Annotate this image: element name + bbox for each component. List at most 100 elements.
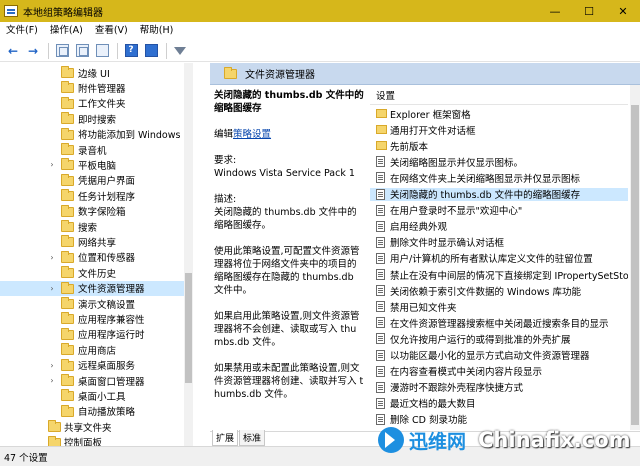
setting-row[interactable]: 禁用已知文件夹 — [370, 300, 628, 313]
tree-item[interactable]: 应用程序运行时 — [0, 327, 192, 342]
setting-row[interactable]: 关闭依赖于索引文件数据的 Windows 库功能 — [370, 284, 628, 297]
tree-item[interactable]: 任务计划程序 — [0, 188, 192, 203]
setting-row[interactable]: 漫游时不跟踪外壳程序快捷方式 — [370, 381, 628, 394]
setting-label: 在用户登录时不显示"欢迎中心" — [390, 206, 523, 217]
filter-button[interactable] — [171, 42, 189, 60]
setting-label: 关闭缩略图显示并仅显示图标。 — [390, 157, 524, 169]
extended-description: 关闭隐藏的 thumbs.db 文件中的缩略图缓存 编辑策略设置 要求: Wind… — [214, 89, 364, 414]
tree-item-label: 控制面板 — [64, 438, 103, 446]
action-pane-button[interactable] — [142, 42, 160, 60]
tree-item[interactable]: 应用商店 — [0, 342, 192, 357]
menu-action[interactable]: 操作(A) — [44, 22, 89, 40]
folder-icon — [61, 127, 74, 140]
menu-view[interactable]: 查看(V) — [89, 22, 134, 40]
tree-item-label: 附件管理器 — [78, 83, 126, 95]
tab-extended[interactable]: 扩展 — [212, 430, 239, 446]
tree-item[interactable]: 网络共享 — [0, 234, 192, 249]
tree-item-label: 应用程序运行时 — [78, 330, 145, 342]
forward-arrow-icon[interactable]: → — [24, 42, 42, 60]
tree-item[interactable]: 文件历史 — [0, 265, 192, 280]
tree-item[interactable]: › 桌面窗口管理器 — [0, 373, 192, 388]
back-arrow-icon[interactable]: ← — [4, 42, 22, 60]
folder-icon — [61, 81, 74, 94]
chevron-right-icon[interactable]: › — [48, 361, 56, 370]
setting-row[interactable]: 在内容查看模式中关闭内容片段显示 — [370, 365, 628, 378]
setting-row[interactable]: 以功能区最小化的显示方式启动文件资源管理器 — [370, 349, 628, 362]
chevron-right-icon[interactable]: › — [48, 284, 56, 293]
setting-row[interactable]: 禁止在没有中间层的情况下直接绑定到 IPropertySetStora... — [370, 268, 628, 281]
tree-item[interactable]: 即时搜索 — [0, 111, 192, 126]
chevron-right-icon[interactable]: › — [48, 253, 56, 262]
setting-label: 在文件资源管理器搜索框中关闭最近搜索条目的显示 — [390, 318, 609, 330]
setting-label: 启用经典外观 — [390, 222, 448, 233]
chevron-right-icon[interactable]: › — [48, 376, 56, 385]
tab-standard[interactable]: 标准 — [239, 430, 266, 446]
setting-row[interactable]: 先前版本 — [370, 139, 628, 152]
title-bar: 本地组策略编辑器 — ☐ ✕ — [0, 0, 640, 22]
setting-row[interactable]: 在网络文件夹上关闭缩略图显示并仅显示图标 — [370, 171, 628, 184]
tree-scroll-thumb[interactable] — [185, 273, 192, 383]
tree-item[interactable]: 附件管理器 — [0, 80, 192, 95]
tree-item-label: 工作文件夹 — [78, 99, 126, 111]
tree-item-label: 数字保险箱 — [78, 207, 126, 219]
setting-row[interactable]: 在文件资源管理器搜索框中关闭最近搜索条目的显示 — [370, 316, 628, 329]
tree-item[interactable]: 桌面小工具 — [0, 388, 192, 403]
help-button[interactable]: ? — [122, 42, 140, 60]
settings-scrollbar[interactable] — [630, 85, 640, 430]
setting-label: 先前版本 — [390, 141, 429, 153]
tree-item[interactable]: 自动播放策略 — [0, 404, 192, 419]
tree-item[interactable]: 工作文件夹 — [0, 96, 192, 111]
tree-item[interactable]: › 文件资源管理器 — [0, 280, 192, 296]
tree-item[interactable]: 数字保险箱 — [0, 204, 192, 219]
minimize-button[interactable]: — — [538, 0, 572, 22]
folder-icon — [61, 266, 74, 279]
folder-icon — [48, 420, 61, 433]
menu-help[interactable]: 帮助(H) — [134, 22, 180, 40]
maximize-button[interactable]: ☐ — [572, 0, 606, 22]
policy-setting-icon — [376, 333, 385, 345]
show-hide-tree-button[interactable] — [53, 42, 71, 60]
tree-item-label: 文件资源管理器 — [78, 284, 145, 296]
tree-item-label: 文件历史 — [78, 268, 117, 280]
folder-icon — [61, 220, 74, 232]
settings-scroll-thumb[interactable] — [631, 105, 639, 425]
tree-item[interactable]: 录音机 — [0, 142, 192, 157]
tree-item-label: 搜索 — [78, 222, 98, 234]
setting-label: 删除文件时显示确认对话框 — [390, 238, 505, 249]
policy-setting-icon — [376, 301, 385, 313]
tree-item[interactable]: 应用程序兼容性 — [0, 311, 192, 326]
policy-settings-link[interactable]: 策略设置 — [233, 129, 271, 140]
tree-item[interactable]: 共享文件夹 — [0, 419, 192, 434]
tree-item[interactable]: › 位置和传感器 — [0, 250, 192, 265]
properties-grid-icon — [75, 44, 89, 57]
description-label: 描述: — [214, 194, 237, 205]
tree-item[interactable]: 凭据用户界面 — [0, 173, 192, 188]
setting-row[interactable]: 通用打开文件对话框 — [370, 123, 628, 136]
setting-row[interactable]: 最近文档的最大数目 — [370, 397, 628, 410]
tree-scrollbar[interactable] — [184, 63, 193, 446]
export-list-button[interactable] — [93, 42, 111, 60]
chevron-right-icon[interactable]: › — [48, 160, 56, 169]
properties-button[interactable] — [73, 42, 91, 60]
setting-row[interactable]: 关闭隐藏的 thumbs.db 文件中的缩略图缓存 — [370, 187, 628, 201]
tree-item[interactable]: 将功能添加到 Windows 10 — [0, 127, 192, 142]
menu-file[interactable]: 文件(F) — [0, 22, 44, 40]
setting-row[interactable]: 在用户登录时不显示"欢迎中心" — [370, 204, 628, 217]
setting-row[interactable]: Explorer 框架窗格 — [370, 107, 628, 120]
setting-row[interactable]: 关闭缩略图显示并仅显示图标。 — [370, 155, 628, 168]
setting-row[interactable]: 仅允许按用户运行的或得到批准的外壳扩展 — [370, 332, 628, 345]
setting-row[interactable]: 删除文件时显示确认对话框 — [370, 236, 628, 249]
tree-item[interactable]: 边缘 UI — [0, 65, 192, 80]
tree-item[interactable]: ›控制面板 — [0, 435, 192, 446]
tree-item[interactable]: 演示文稿设置 — [0, 296, 192, 311]
tree-item[interactable]: 搜索 — [0, 219, 192, 234]
close-button[interactable]: ✕ — [606, 0, 640, 22]
setting-row[interactable]: 用户/计算机的所有者默认库定义文件的驻留位置 — [370, 252, 628, 265]
policy-title: 关闭隐藏的 thumbs.db 文件中的缩略图缓存 — [214, 90, 364, 114]
folder-icon — [376, 125, 387, 135]
tree-item[interactable]: › 远程桌面服务 — [0, 358, 192, 373]
setting-row[interactable]: 启用经典外观 — [370, 220, 628, 233]
tree-item[interactable]: › 平板电脑 — [0, 157, 192, 172]
column-header-setting[interactable]: 设置 — [370, 85, 628, 105]
policy-setting-icon — [376, 317, 385, 329]
